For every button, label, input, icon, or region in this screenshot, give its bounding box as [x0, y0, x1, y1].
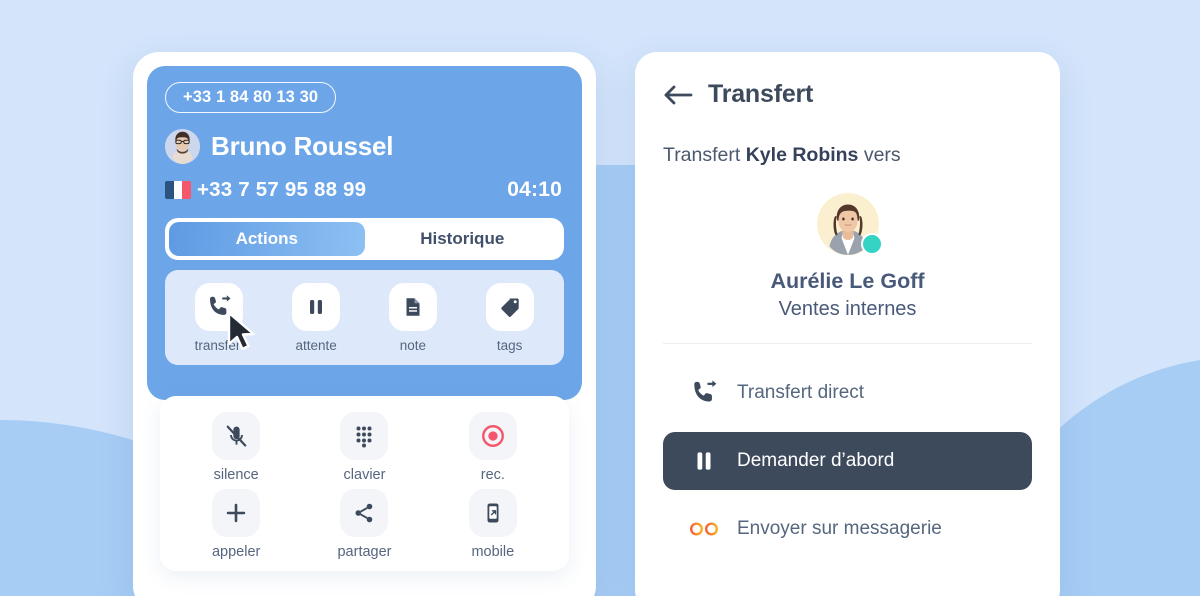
tag-glyph — [500, 298, 519, 317]
control-clavier[interactable]: clavier — [300, 412, 428, 483]
control-appeler[interactable]: appeler — [172, 489, 300, 560]
screenshot-root: +33 1 84 80 13 30 Bruno Roussel +33 7 57… — [0, 0, 1200, 596]
caller-row: Bruno Roussel — [165, 129, 564, 164]
voicemail-icon — [689, 519, 719, 539]
control-partager[interactable]: partager — [300, 489, 428, 560]
transfer-header: Transfert — [663, 80, 1032, 109]
transfer-options: Transfert direct Demander d’abord Envoye… — [663, 364, 1032, 558]
tag-icon — [485, 283, 534, 331]
transfer-panel: Transfert Transfert Kyle Robins vers Aur… — [635, 52, 1060, 596]
action-attente-label: attente — [295, 338, 337, 353]
pause-icon — [292, 283, 341, 331]
action-tags-label: tags — [496, 338, 523, 353]
action-note[interactable]: note — [365, 283, 462, 353]
control-rec[interactable]: rec. — [429, 412, 557, 483]
tab-actions[interactable]: Actions — [169, 222, 365, 256]
pause-glyph — [697, 452, 711, 470]
control-mobile[interactable]: mobile — [429, 489, 557, 560]
action-transfert-label: transfert — [194, 338, 245, 353]
arrow-left-icon[interactable] — [663, 84, 694, 106]
call-timer: 04:10 — [507, 178, 562, 201]
note-icon — [388, 283, 437, 331]
extension-badge: +33 1 84 80 13 30 — [165, 82, 337, 113]
dialpad-glyph — [356, 426, 372, 448]
control-clavier-label: clavier — [343, 467, 386, 483]
caller-number: +33 7 57 95 88 99 — [197, 178, 367, 201]
mic-off-glyph — [226, 425, 246, 447]
caller-avatar — [165, 129, 200, 164]
option-demander-dabord-label: Demander d’abord — [737, 450, 895, 471]
option-transfert-direct[interactable]: Transfert direct — [663, 364, 1032, 422]
transfer-subtitle: Transfert Kyle Robins vers — [663, 144, 1032, 167]
control-rec-label: rec. — [480, 467, 505, 483]
record-glyph — [481, 425, 504, 447]
target-avatar — [816, 193, 883, 255]
mobile-icon — [468, 489, 517, 537]
caller-name: Bruno Roussel — [211, 131, 394, 161]
arrow-left-glyph — [664, 85, 693, 104]
divider — [663, 343, 1032, 344]
transfer-subtitle-name: Kyle Robins — [745, 144, 859, 166]
option-envoyer-messagerie-label: Envoyer sur messagerie — [737, 518, 942, 539]
dialpad-icon — [340, 412, 389, 460]
option-transfert-direct-label: Transfert direct — [737, 382, 865, 403]
share-glyph — [355, 503, 373, 523]
option-envoyer-messagerie[interactable]: Envoyer sur messagerie — [663, 500, 1032, 558]
status-dot-online — [860, 233, 883, 255]
france-flag-icon — [165, 181, 191, 199]
option-demander-dabord[interactable]: Demander d’abord — [663, 432, 1032, 490]
mobile-glyph — [487, 503, 499, 523]
action-attente[interactable]: attente — [268, 283, 365, 353]
target-name: Aurélie Le Goff — [770, 269, 925, 293]
action-note-label: note — [399, 338, 427, 353]
control-mobile-label: mobile — [471, 544, 515, 560]
tab-historique[interactable]: Historique — [365, 222, 561, 256]
call-forward-icon — [195, 283, 244, 331]
plus-icon — [212, 489, 261, 537]
call-header-panel: +33 1 84 80 13 30 Bruno Roussel +33 7 57… — [147, 66, 582, 400]
record-icon — [468, 412, 517, 460]
call-actions-strip: transfert attente note tags — [165, 270, 564, 365]
action-transfert[interactable]: transfert — [171, 283, 268, 353]
transfer-target: Aurélie Le Goff Ventes internes — [663, 193, 1032, 321]
share-icon — [340, 489, 389, 537]
control-appeler-label: appeler — [211, 544, 261, 560]
transfer-subtitle-suffix: vers — [858, 144, 901, 166]
mic-off-icon — [212, 412, 261, 460]
control-silence[interactable]: silence — [172, 412, 300, 483]
pause-icon — [689, 448, 719, 474]
note-glyph — [406, 298, 420, 316]
transfer-subtitle-prefix: Transfert — [663, 144, 746, 166]
target-role: Ventes internes — [778, 298, 917, 320]
call-forward-icon — [689, 379, 719, 407]
voicemail-glyph — [689, 522, 719, 536]
page-title: Transfert — [708, 80, 814, 108]
call-forward-glyph — [210, 295, 231, 315]
control-partager-label: partager — [337, 544, 392, 560]
pause-glyph — [310, 300, 323, 314]
call-controls-card: silence clavier rec. appeler partager mo… — [160, 396, 569, 571]
call-forward-glyph — [694, 380, 717, 402]
control-silence-label: silence — [213, 467, 259, 483]
caller-number-row: +33 7 57 95 88 99 04:10 — [165, 178, 564, 202]
action-tags[interactable]: tags — [461, 283, 558, 353]
plus-glyph — [226, 503, 246, 523]
avatar-illustration — [165, 129, 200, 164]
call-tabs: Actions Historique — [165, 218, 564, 260]
